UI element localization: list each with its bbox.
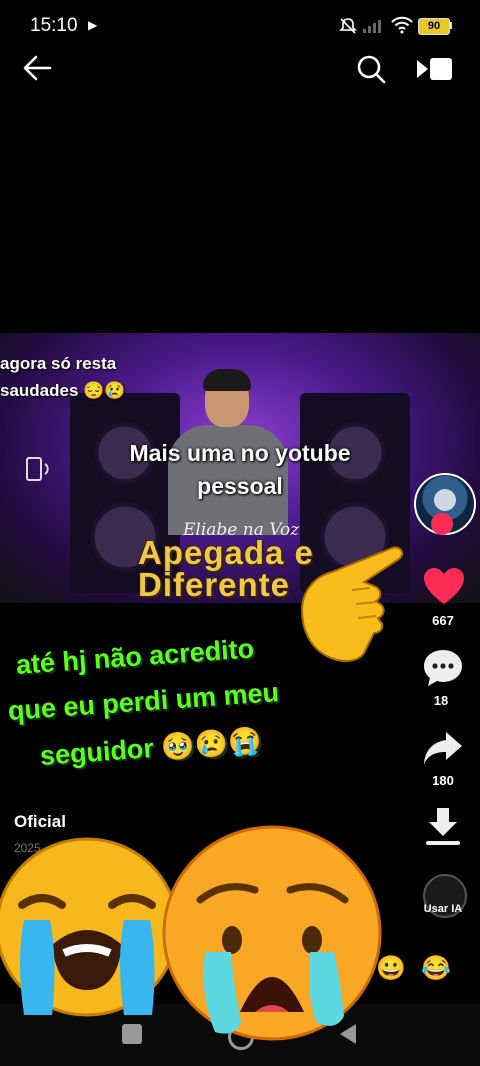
heart-icon[interactable] <box>422 566 466 606</box>
cast-icon[interactable] <box>414 54 454 84</box>
overlay-text-line-2: que eu perdi um meu <box>6 677 280 726</box>
download-icon[interactable] <box>424 806 462 848</box>
battery-tip <box>449 22 452 29</box>
nav-recents-button[interactable] <box>122 1024 142 1044</box>
overlay-text-line-3: seguidor 🥹😢😭 <box>38 725 263 771</box>
comment-count: 18 <box>433 693 449 708</box>
signal-icon <box>363 20 381 33</box>
reaction-emoji-laugh[interactable]: 😂 <box>421 954 451 983</box>
pointing-hand-icon <box>300 546 403 662</box>
wifi-icon <box>391 16 413 34</box>
caption-line-1: Mais uma no yotube <box>129 440 351 466</box>
usar-ia-label[interactable]: Usar IA <box>412 903 474 915</box>
avatar-face <box>434 489 456 511</box>
author-name[interactable]: Oficial <box>14 812 66 832</box>
video-caption: Mais uma no yotube pessoal <box>90 437 390 503</box>
singer-hair <box>203 369 251 391</box>
share-count: 180 <box>432 773 454 788</box>
share-icon[interactable] <box>422 728 464 768</box>
overlay-line-2: saudades 😔😢 <box>0 381 126 400</box>
song-title: Apegada e Diferente <box>138 534 314 603</box>
song-title-line-1: Apegada e <box>138 534 314 571</box>
comment-icon[interactable] <box>422 648 464 688</box>
battery-indicator: 90 <box>418 18 450 35</box>
overlay-text-line-1: até hj não acredito <box>14 633 255 680</box>
sad-crying-emoji-icon <box>162 825 382 1041</box>
rotate-screen-icon[interactable] <box>24 454 50 484</box>
like-count: 667 <box>432 613 454 628</box>
song-title-line-2: Diferente <box>138 566 291 603</box>
media-playing-icon: ▶ <box>88 18 98 32</box>
video-overlay-text: agora só resta saudades 😔😢 <box>0 350 125 404</box>
caption-line-2: pessoal <box>197 473 283 499</box>
mute-bell-icon <box>339 18 357 34</box>
search-icon[interactable] <box>354 52 388 86</box>
crying-emoji-icon <box>0 837 179 1017</box>
overlay-line-1: agora só resta <box>0 354 117 373</box>
back-arrow-icon[interactable] <box>20 50 56 86</box>
follow-badge[interactable] <box>431 513 453 535</box>
status-time: 15:10 <box>30 15 78 36</box>
